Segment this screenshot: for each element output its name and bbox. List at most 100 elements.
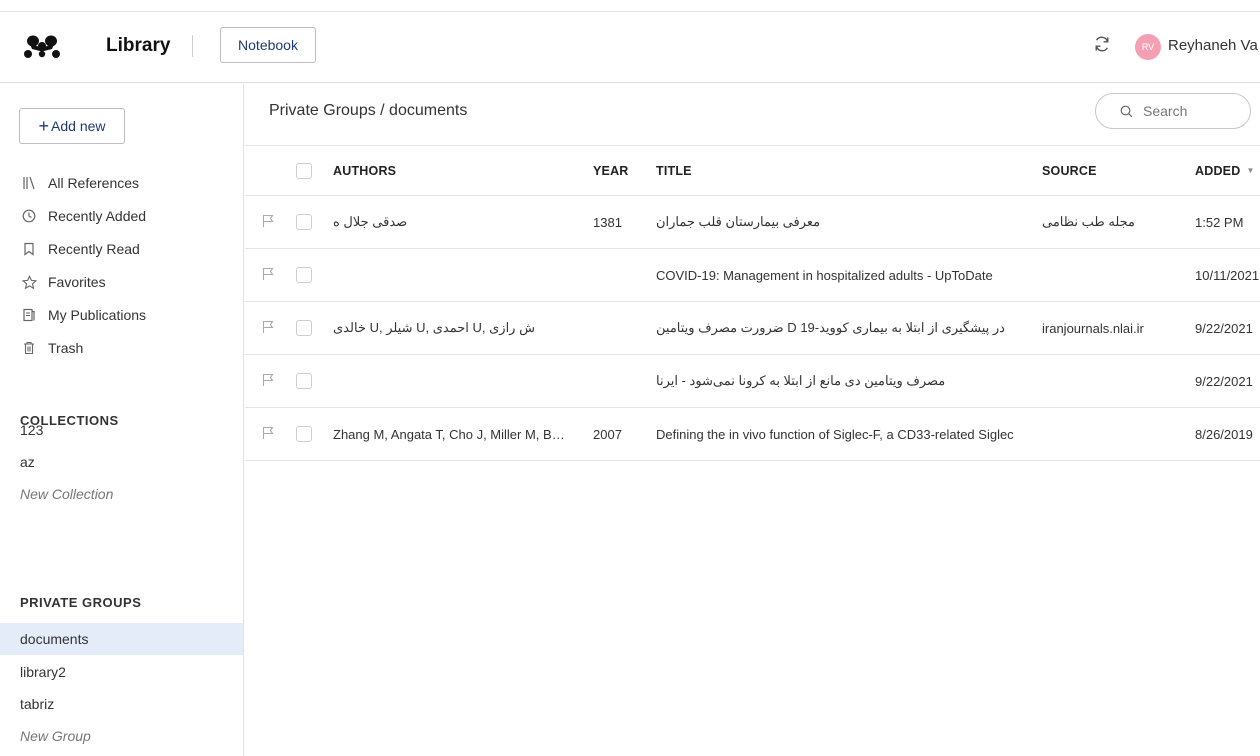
add-new-button[interactable]: + Add new: [19, 108, 125, 144]
flag-icon[interactable]: [261, 373, 275, 390]
flag-cell: [261, 355, 279, 407]
top-bar: Library Notebook RV Reyhaneh Va: [0, 13, 1260, 83]
table-row[interactable]: ش رازی ,U احمدی ,U شیلر ,U خالدی در پیشگی…: [245, 302, 1260, 355]
notebook-button[interactable]: Notebook: [220, 27, 316, 63]
year-text: 1381: [593, 214, 622, 230]
row-checkbox[interactable]: [296, 214, 312, 230]
column-header-source[interactable]: SOURCE: [1042, 146, 1176, 195]
year-cell: [593, 249, 633, 301]
row-checkbox[interactable]: [296, 267, 312, 283]
table-row[interactable]: صدقی جلال ه 1381 معرفی بیمارستان قلب جمارا…: [245, 196, 1260, 249]
authors-text: صدقی جلال ه: [333, 214, 408, 229]
sidebar-item-all-references[interactable]: All References: [20, 172, 139, 194]
sidebar-item-trash[interactable]: Trash: [20, 337, 83, 359]
flag-icon[interactable]: [261, 267, 275, 284]
group-item-library2[interactable]: library2: [0, 656, 243, 688]
added-text: 1:52 PM: [1195, 214, 1244, 230]
row-checkbox[interactable]: [296, 426, 312, 442]
references-table: AUTHORS YEAR TITLE SOURCE ADDED ▼ صدقی ج…: [245, 145, 1260, 461]
authors-cell: [333, 249, 569, 301]
column-header-year[interactable]: YEAR: [593, 146, 633, 195]
table-row[interactable]: مصرف ویتامین دی مانع از ابتلا به کرونا ن…: [245, 355, 1260, 408]
added-cell: 10/11/2021: [1195, 249, 1260, 301]
row-checkbox[interactable]: [296, 320, 312, 336]
checkbox-cell: [296, 196, 316, 248]
sidebar-item-recently-read[interactable]: Recently Read: [20, 238, 140, 260]
added-text: 9/22/2021: [1195, 373, 1253, 389]
authors-text: ش رازی ,U احمدی ,U شیلر ,U خالدی: [333, 320, 535, 335]
sidebar-item-my-publications[interactable]: My Publications: [20, 304, 146, 326]
year-cell: 2007: [593, 408, 633, 460]
column-header-title[interactable]: TITLE: [656, 146, 1026, 195]
authors-cell: Zhang M, Angata T, Cho J, Miller M, Broi…: [333, 408, 569, 460]
sync-icon[interactable]: [1092, 34, 1112, 54]
added-cell: 9/22/2021: [1195, 302, 1260, 354]
sidebar-item-favorites[interactable]: Favorites: [20, 271, 106, 293]
authors-cell: صدقی جلال ه: [333, 196, 569, 248]
select-all-checkbox[interactable]: [296, 162, 312, 179]
title-cell: Defining the in vivo function of Siglec-…: [656, 408, 1026, 460]
checkbox-cell: [296, 408, 316, 460]
column-header-authors[interactable]: AUTHORS: [333, 146, 569, 195]
sidebar-item-label: My Publications: [48, 307, 147, 323]
mendeley-logo-icon[interactable]: [22, 33, 62, 59]
table-row[interactable]: Zhang M, Angata T, Cho J, Miller M, Broi…: [245, 408, 1260, 461]
user-name[interactable]: Reyhaneh Va: [1168, 37, 1258, 54]
title-cell: معرفی بیمارستان قلب جماران: [656, 196, 1026, 248]
added-text: 10/11/2021: [1195, 267, 1260, 283]
source-cell: مجله طب نظامی: [1042, 196, 1176, 248]
flag-icon[interactable]: [261, 214, 275, 231]
source-cell: [1042, 408, 1176, 460]
collection-item[interactable]: 123: [0, 414, 243, 446]
authors-text: Zhang M, Angata T, Cho J, Miller M, Broi…: [333, 426, 569, 442]
flag-cell: [261, 196, 279, 248]
add-new-label: Add new: [51, 117, 106, 134]
column-header-added-label: ADDED: [1195, 163, 1241, 178]
sort-desc-icon: ▼: [1246, 166, 1255, 175]
flag-cell: [261, 302, 279, 354]
window-top-strip: [0, 0, 1260, 12]
flag-cell: [261, 249, 279, 301]
added-cell: 8/26/2019: [1195, 408, 1260, 460]
new-collection-link[interactable]: New Collection: [0, 478, 243, 510]
table-row[interactable]: COVID-19: Management in hospitalized adu…: [245, 249, 1260, 302]
trash-icon: [20, 339, 38, 357]
group-item-tabriz[interactable]: tabriz: [0, 688, 243, 720]
source-cell: [1042, 355, 1176, 407]
avatar[interactable]: RV: [1135, 34, 1161, 60]
new-group-link[interactable]: New Group: [0, 720, 243, 752]
title-text: Defining the in vivo function of Siglec-…: [656, 426, 1014, 442]
added-text: 9/22/2021: [1195, 320, 1253, 336]
group-item-documents[interactable]: documents: [0, 623, 243, 655]
year-cell: [593, 355, 633, 407]
title-text: در پیشگیری از ابتلا به بیماری کووید-19 D…: [656, 320, 1005, 335]
sidebar-item-label: All References: [48, 175, 140, 191]
app-title: Library: [106, 35, 171, 56]
table-header-row: AUTHORS YEAR TITLE SOURCE ADDED ▼: [245, 145, 1260, 196]
source-cell: [1042, 249, 1176, 301]
row-checkbox[interactable]: [296, 373, 312, 389]
header-divider: [192, 35, 193, 57]
publications-icon: [20, 306, 38, 324]
collection-item[interactable]: az: [0, 446, 243, 478]
star-icon: [20, 273, 38, 291]
year-cell: 1381: [593, 196, 633, 248]
column-header-added[interactable]: ADDED ▼: [1195, 146, 1260, 195]
title-cell: در پیشگیری از ابتلا به بیماری کووید-19 D…: [656, 302, 1026, 354]
year-cell: [593, 302, 633, 354]
flag-icon[interactable]: [261, 426, 275, 443]
search-input[interactable]: [1141, 102, 1235, 120]
checkbox-cell: [296, 302, 316, 354]
flag-icon[interactable]: [261, 320, 275, 337]
search-box[interactable]: [1095, 93, 1251, 129]
source-text: مجله طب نظامی: [1042, 214, 1136, 229]
title-cell: مصرف ویتامین دی مانع از ابتلا به کرونا ن…: [656, 355, 1026, 407]
private-groups-heading: PRIVATE GROUPS: [20, 595, 142, 610]
sidebar-item-recently-added[interactable]: Recently Added: [20, 205, 146, 227]
select-all-cell: [296, 146, 316, 195]
source-text: iranjournals.nlai.ir: [1042, 320, 1144, 336]
title-cell: COVID-19: Management in hospitalized adu…: [656, 249, 1026, 301]
checkbox-cell: [296, 355, 316, 407]
search-icon: [1120, 105, 1133, 117]
authors-cell: ش رازی ,U احمدی ,U شیلر ,U خالدی: [333, 302, 569, 354]
